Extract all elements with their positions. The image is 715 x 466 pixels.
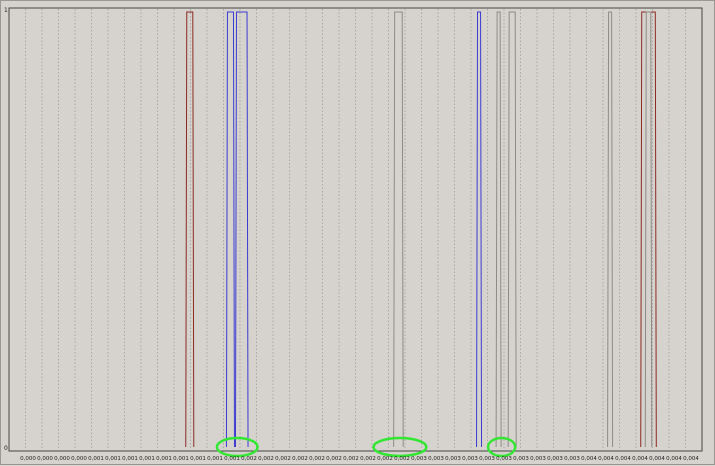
- x-tick-label: 0,001: [156, 456, 172, 462]
- x-tick-label: 0,003: [496, 456, 512, 462]
- x-tick-label: 0,000: [54, 456, 70, 462]
- x-tick-labels: 0,000 0,000 0,000 0,000 0,001 0,001 0,001 0,001…: [20, 456, 699, 462]
- x-tick-label: 0,002: [343, 456, 359, 462]
- x-tick-label: 0,004: [683, 456, 699, 462]
- x-tick-label: 0,004: [649, 456, 665, 462]
- x-tick-label: 0,001: [122, 456, 138, 462]
- x-tick-label: 0,001: [105, 456, 121, 462]
- x-tick-label: 0,003: [513, 456, 529, 462]
- x-tick-label: 0,000: [20, 456, 36, 462]
- x-tick-label: 0,000: [71, 456, 87, 462]
- x-tick-label: 0,004: [581, 456, 597, 462]
- x-tick-label: 0,002: [326, 456, 342, 462]
- x-tick-label: 0,003: [411, 456, 427, 462]
- x-tick-label: 0,002: [275, 456, 291, 462]
- x-tick-label: 0,002: [377, 456, 393, 462]
- x-tick-label: 0,002: [360, 456, 376, 462]
- x-tick-label: 0,001: [139, 456, 155, 462]
- x-tick-label: 0,002: [394, 456, 410, 462]
- x-tick-label: 0,002: [241, 456, 257, 462]
- x-tick-label: 0,001: [173, 456, 189, 462]
- x-tick-label: 0,004: [615, 456, 631, 462]
- x-tick-label: 0,002: [309, 456, 325, 462]
- y-ticks: 1 0: [4, 7, 8, 452]
- x-tick-label: 0,003: [547, 456, 563, 462]
- x-tick-label: 0,001: [88, 456, 104, 462]
- x-tick-label: 0,001: [190, 456, 206, 462]
- x-tick-label: 0,004: [632, 456, 648, 462]
- x-tick-label: 0,001: [224, 456, 240, 462]
- x-tick-label: 0,004: [598, 456, 614, 462]
- x-tick-label: 0,003: [428, 456, 444, 462]
- x-tick-label: 0,001: [207, 456, 223, 462]
- x-tick-label: 0,003: [462, 456, 478, 462]
- x-tick-label: 0,002: [292, 456, 308, 462]
- x-tick-label: 0,003: [564, 456, 580, 462]
- pulse-chart: 1 0 0,000 0,000 0,000 0,000 0,001 0,001 0,001 0…: [4, 7, 703, 462]
- y-tick-label-bottom: 0: [4, 445, 8, 452]
- x-tick-label: 0,000: [37, 456, 53, 462]
- x-tick-label: 0,004: [666, 456, 682, 462]
- x-tick-label: 0,003: [445, 456, 461, 462]
- y-tick-label-top: 1: [4, 7, 8, 14]
- x-tick-label: 0,002: [258, 456, 274, 462]
- x-tick-label: 0,003: [530, 456, 546, 462]
- chart-frame: 1 0 0,000 0,000 0,000 0,000 0,001 0,001 0,001 0…: [0, 0, 715, 465]
- x-tick-label: 0,003: [479, 456, 495, 462]
